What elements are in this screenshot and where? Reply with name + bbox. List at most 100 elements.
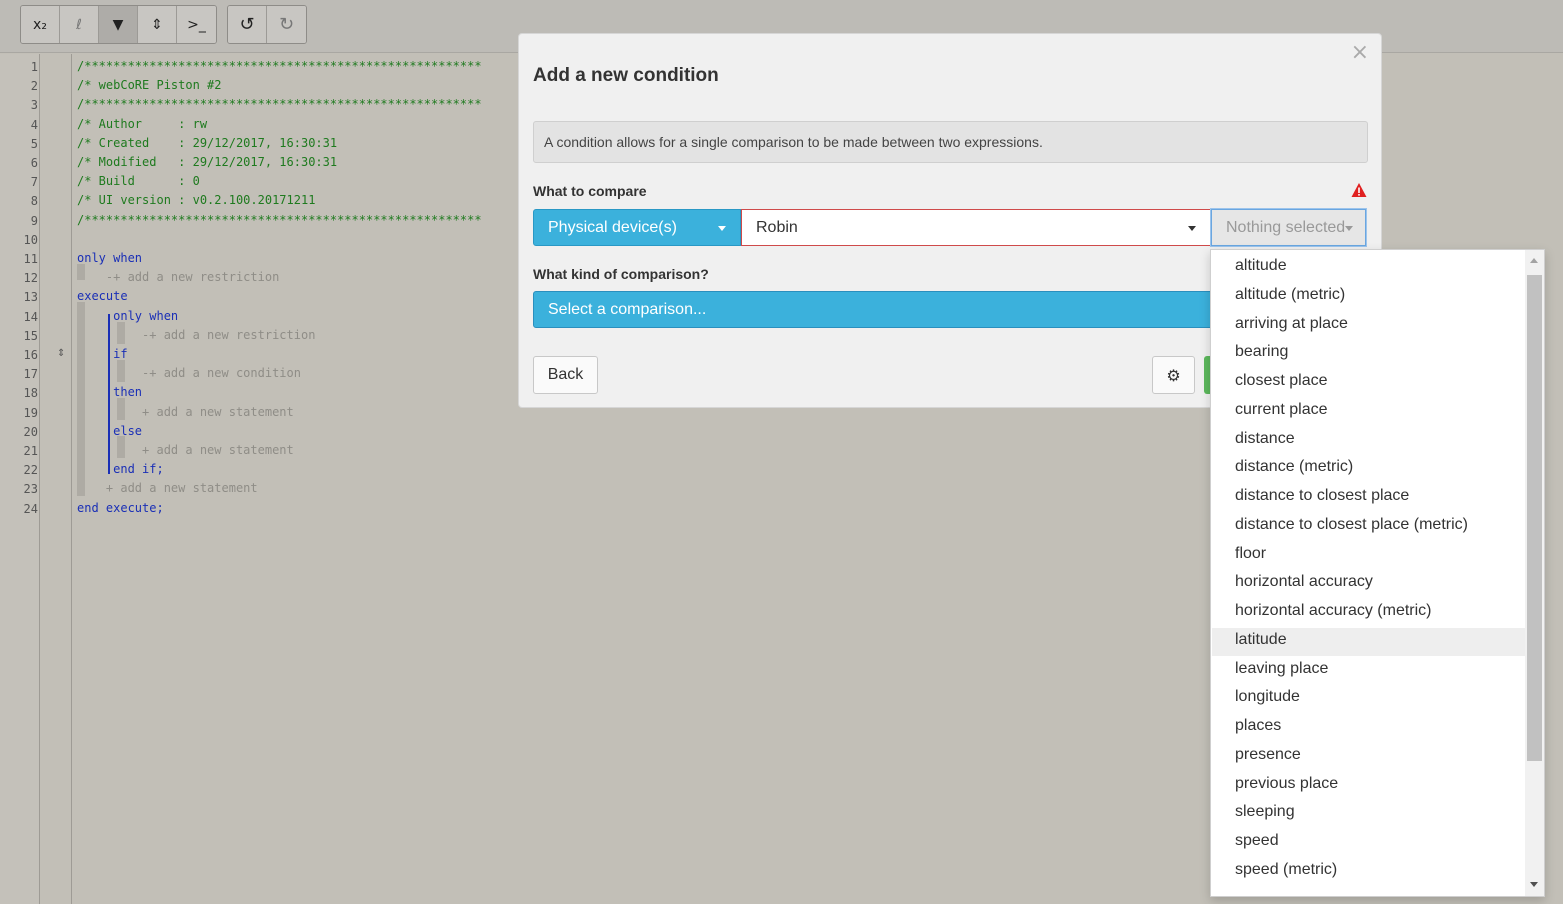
console-button[interactable]: >_ bbox=[177, 6, 216, 43]
attribute-placeholder: Nothing selected bbox=[1226, 219, 1346, 236]
dropdown-option[interactable]: places bbox=[1212, 714, 1525, 742]
line-number: 1 bbox=[30, 60, 38, 74]
what-to-compare-label: What to compare bbox=[533, 183, 647, 199]
line-number: 11 bbox=[23, 252, 38, 266]
piston-code: /***************************************… bbox=[77, 58, 517, 538]
chevron-down-icon bbox=[1188, 226, 1196, 231]
line-number: 20 bbox=[23, 424, 38, 439]
line-number: 3 bbox=[30, 98, 38, 113]
code-line: execute bbox=[77, 289, 128, 304]
scroll-up-icon[interactable] bbox=[1530, 258, 1538, 263]
redo-button[interactable]: ↻ bbox=[267, 6, 306, 43]
sort-button[interactable]: ⇕ bbox=[138, 6, 177, 43]
device-value: Robin bbox=[756, 219, 798, 236]
warning-icon bbox=[1351, 183, 1367, 197]
code-line: if bbox=[77, 347, 128, 361]
dropdown-option[interactable]: horizontal accuracy (metric) bbox=[1212, 599, 1525, 627]
dropdown-scrollbar[interactable] bbox=[1525, 250, 1544, 896]
code-line: /* Author : rw bbox=[77, 116, 208, 131]
dropdown-option[interactable]: closest place bbox=[1212, 369, 1525, 397]
line-number: 12 bbox=[23, 271, 38, 286]
code-line: /***************************************… bbox=[77, 212, 482, 227]
close-icon[interactable]: × bbox=[1351, 40, 1369, 65]
dropdown-option[interactable]: speed bbox=[1212, 829, 1525, 857]
subject-type-select[interactable]: Physical device(s) bbox=[533, 209, 741, 246]
editor-tools-group: x₂ ℓ ▼ ⇕ >_ bbox=[20, 5, 217, 44]
scroll-down-icon[interactable] bbox=[1530, 882, 1538, 887]
dropdown-option[interactable]: horizontal accuracy bbox=[1212, 570, 1525, 598]
line-number: 7 bbox=[30, 175, 38, 190]
fold-gutter: ⇕ bbox=[40, 54, 72, 904]
line-number: 14 bbox=[23, 309, 38, 324]
line-number: 21 bbox=[23, 444, 38, 458]
code-line: /* Created : 29/12/2017, 16:30:31 bbox=[77, 135, 338, 150]
filter-button[interactable]: ▼ bbox=[99, 6, 138, 43]
dropdown-option[interactable]: bearing bbox=[1212, 340, 1525, 368]
subject-type-value: Physical device(s) bbox=[548, 219, 677, 236]
device-select[interactable]: Robin bbox=[741, 209, 1211, 246]
line-number: 19 bbox=[23, 405, 38, 420]
comparison-placeholder: Select a comparison... bbox=[548, 301, 707, 318]
code-line: then bbox=[77, 385, 143, 400]
line-number: 5 bbox=[30, 136, 38, 151]
fold-icon[interactable]: ⇕ bbox=[57, 348, 65, 359]
code-line[interactable]: -+ add a new restriction bbox=[77, 269, 279, 285]
comparison-select[interactable]: Select a comparison... bbox=[533, 291, 1213, 328]
chevron-down-icon bbox=[718, 226, 726, 231]
dropdown-option[interactable]: latitude bbox=[1212, 627, 1525, 656]
line-number: 10 bbox=[23, 232, 38, 247]
dropdown-option[interactable]: distance to closest place bbox=[1212, 484, 1525, 512]
line-number: 16 bbox=[23, 348, 38, 362]
attribute-select[interactable]: Nothing selected bbox=[1211, 209, 1366, 246]
dropdown-option[interactable]: distance to closest place (metric) bbox=[1212, 513, 1525, 541]
variable-button[interactable]: ℓ bbox=[60, 6, 99, 43]
line-number: 8 bbox=[30, 194, 38, 209]
attribute-dropdown-menu: speed (metric) speed sleeping previous plac… bbox=[1210, 249, 1545, 897]
dropdown-option[interactable]: sleeping bbox=[1212, 800, 1525, 828]
dropdown-option[interactable]: speed (metric) bbox=[1212, 858, 1525, 886]
line-number: 13 bbox=[23, 290, 38, 305]
undo-button[interactable]: ↺ bbox=[228, 6, 267, 43]
dropdown-option[interactable]: distance (metric) bbox=[1212, 455, 1525, 483]
code-line[interactable]: + add a new statement bbox=[77, 442, 294, 458]
code-line[interactable]: + add a new statement bbox=[77, 480, 258, 496]
dropdown-option[interactable]: presence bbox=[1212, 743, 1525, 771]
subscript-button[interactable]: x₂ bbox=[21, 6, 60, 43]
code-line: /***************************************… bbox=[77, 59, 482, 73]
line-number-gutter: 1 2 3 4 5 6 7 8 9 10 11 12 13 14 15 16 17 18 19 20 21 22 23 24 bbox=[0, 54, 40, 904]
dropdown-option[interactable]: arriving at place bbox=[1212, 312, 1525, 340]
code-line: /* Build : 0 bbox=[77, 174, 200, 189]
code-line[interactable]: -+ add a new restriction bbox=[77, 327, 315, 343]
dropdown-option[interactable]: altitude bbox=[1212, 254, 1525, 282]
dropdown-option[interactable]: previous place bbox=[1212, 772, 1525, 800]
chevron-down-icon bbox=[1345, 226, 1353, 231]
code-line[interactable]: -+ add a new condition bbox=[77, 365, 301, 381]
line-number: 6 bbox=[30, 156, 38, 170]
dropdown-option[interactable]: distance bbox=[1212, 427, 1525, 455]
history-group: ↺ ↻ bbox=[227, 5, 307, 44]
code-line[interactable]: + add a new statement bbox=[77, 404, 294, 420]
dropdown-option[interactable]: altitude (metric) bbox=[1212, 283, 1525, 311]
line-number: 4 bbox=[30, 117, 38, 132]
code-line: only when bbox=[77, 308, 179, 323]
dropdown-option[interactable]: floor bbox=[1212, 542, 1525, 570]
code-line: end execute; bbox=[77, 500, 164, 515]
comparison-label: What kind of comparison? bbox=[533, 266, 709, 282]
code-line: /* webCoRE Piston #2 bbox=[77, 78, 222, 93]
settings-gear-icon[interactable]: ⚙ bbox=[1152, 356, 1195, 394]
dropdown-option[interactable]: longitude bbox=[1212, 685, 1525, 713]
dropdown-option[interactable]: current place bbox=[1212, 398, 1525, 426]
code-line: end if; bbox=[77, 462, 164, 477]
line-number: 24 bbox=[23, 501, 38, 516]
line-number: 17 bbox=[23, 367, 38, 382]
line-number: 23 bbox=[23, 482, 38, 497]
scrollbar-thumb[interactable] bbox=[1527, 275, 1542, 761]
info-box: A condition allows for a single comparis… bbox=[533, 121, 1368, 163]
line-number: 15 bbox=[23, 328, 38, 343]
back-button[interactable]: Back bbox=[533, 356, 598, 394]
dropdown-option[interactable]: leaving place bbox=[1212, 657, 1525, 685]
dialog-title: Add a new condition bbox=[533, 65, 719, 86]
code-line: only when bbox=[77, 251, 143, 265]
line-number: 9 bbox=[30, 213, 38, 228]
code-line: /***************************************… bbox=[77, 97, 482, 112]
